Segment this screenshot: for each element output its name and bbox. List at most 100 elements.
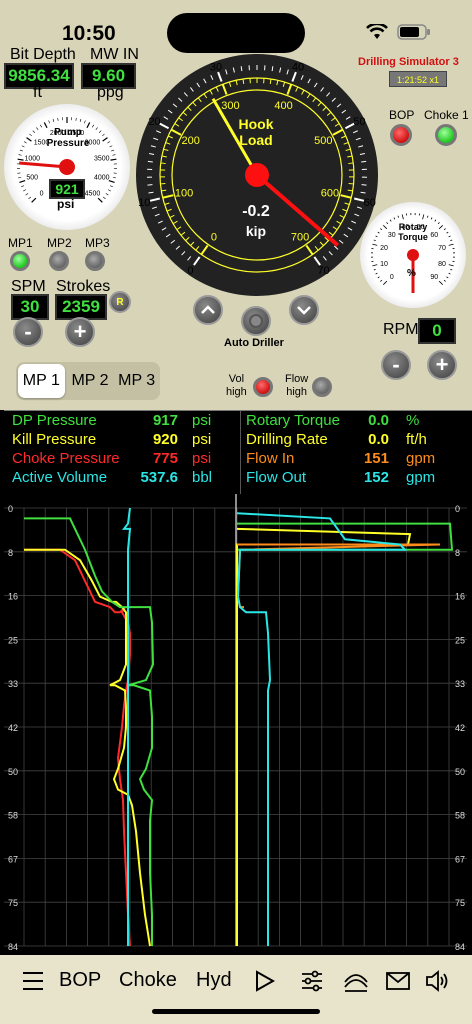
chart-y-tick-right: 16 <box>455 592 465 602</box>
hook-outer-tick <box>343 233 349 238</box>
hook-inner-label: 500 <box>314 135 332 147</box>
toolbar-choke-button[interactable]: Choke <box>119 969 177 992</box>
vol-high-lamp[interactable] <box>253 377 273 397</box>
mp1-label: MP1 <box>8 236 33 250</box>
torque-tick <box>450 268 453 271</box>
mp2-label: MP2 <box>47 236 72 250</box>
mp2-lamp[interactable] <box>49 251 69 271</box>
torque-tick <box>446 231 449 234</box>
flow-high-lamp[interactable] <box>312 377 332 397</box>
pump-tick-label: 4000 <box>94 174 110 181</box>
readout-right-name: Flow Out <box>246 469 307 486</box>
auto-driller-label: Auto Driller <box>224 337 284 349</box>
vol-high-2: high <box>226 386 247 398</box>
hook-outer-tick <box>181 251 186 256</box>
hook-outer-label: 0 <box>187 265 193 277</box>
hook-inner-tick <box>235 80 238 86</box>
hook-inner-tick <box>317 101 322 107</box>
torque-tick <box>393 217 396 220</box>
auto-driller-up-button[interactable] <box>193 295 223 325</box>
torque-tick <box>448 235 451 238</box>
torque-tick <box>380 228 383 231</box>
bop-lamp[interactable] <box>390 124 412 146</box>
strokes-reset-button[interactable]: R <box>109 291 131 313</box>
chevron-up-icon <box>201 305 215 314</box>
toolbar-hyd-button[interactable]: Hyd <box>196 969 232 992</box>
hook-outer-tick <box>225 69 228 75</box>
tab-mp1[interactable]: MP 1 <box>18 364 65 398</box>
mud-pump-tabs: MP 1 MP 2 MP 3 <box>16 362 160 400</box>
speaker-icon[interactable] <box>425 970 451 992</box>
tab-mp3[interactable]: MP 3 <box>113 362 160 400</box>
menu-icon[interactable] <box>22 971 44 991</box>
hook-inner-tick <box>339 214 345 218</box>
hook-inner-tick <box>306 93 311 99</box>
hook-outer-tick <box>291 71 297 82</box>
toolbar-bop-button[interactable]: BOP <box>59 969 101 992</box>
chart-y-tick-left: 25 <box>8 635 18 645</box>
play-icon[interactable] <box>255 970 275 992</box>
mw-in-unit: ppg <box>97 84 124 101</box>
sim-clock: 1:21:52 x1 <box>389 71 447 87</box>
readout-border-top <box>4 410 472 411</box>
torque-tick <box>397 215 400 218</box>
pump-pressure-unit: psi <box>57 197 75 211</box>
hook-inner-tick <box>228 81 232 87</box>
readout-panel: DP Pressure 917 psi Kill Pressure 920 psi Chok… <box>4 410 472 494</box>
pump-tick <box>112 154 116 156</box>
pump-tick <box>75 117 77 121</box>
pump-tick <box>29 133 32 137</box>
auto-driller-down-button[interactable] <box>289 295 319 325</box>
spm-minus-button[interactable]: - <box>13 317 43 347</box>
chart-y-tick-left: 8 <box>8 548 13 558</box>
torque-tick <box>438 225 443 230</box>
hook-outer-tick <box>172 103 178 108</box>
mp3-label: MP3 <box>85 236 110 250</box>
rpm-plus-button[interactable]: + <box>427 350 457 380</box>
hook-inner-tick <box>162 194 174 199</box>
chart-y-tick-right: 0 <box>455 504 460 514</box>
hook-inner-tick <box>347 155 353 158</box>
hook-inner-tick <box>322 106 327 111</box>
hook-inner-tick <box>185 236 190 241</box>
chart-y-tick-left: 67 <box>8 854 18 864</box>
pump-tick <box>31 197 37 203</box>
mw-in-label: MW IN <box>90 46 139 63</box>
readout-right-name: Drilling Rate <box>246 431 328 448</box>
hook-inner-tick <box>342 208 348 212</box>
pump-tick-label: 0 <box>40 190 44 197</box>
hook-inner-tick <box>343 142 349 145</box>
rpm-minus-button[interactable]: - <box>381 350 411 380</box>
hook-outer-tick <box>193 256 201 266</box>
pump-needle-hub <box>59 159 75 175</box>
hook-inner-tick <box>163 148 169 152</box>
torque-tick <box>426 215 429 218</box>
hook-inner-tick <box>334 123 340 127</box>
torque-tick <box>372 243 378 246</box>
mp1-lamp[interactable] <box>10 251 30 271</box>
mail-icon[interactable] <box>386 972 410 990</box>
readout-right-value: 152 <box>363 469 389 486</box>
choke-lamp[interactable] <box>435 124 457 146</box>
hook-inner-tick <box>203 93 208 99</box>
hook-inner-tick <box>269 78 272 85</box>
pump-tick <box>79 118 82 122</box>
hook-inner-tick <box>286 83 293 95</box>
hook-outer-tick <box>148 191 154 194</box>
hook-outer-tick <box>358 145 364 148</box>
readout-left-unit: psi <box>192 450 212 467</box>
waves-icon[interactable] <box>343 970 369 992</box>
spm-plus-button[interactable]: + <box>65 317 95 347</box>
vol-high-label: Vol high <box>226 373 247 399</box>
hook-inner-tick <box>314 246 319 251</box>
torque-tick <box>448 243 454 246</box>
mp3-lamp[interactable] <box>85 251 105 271</box>
pump-tick <box>91 124 95 128</box>
pump-tick <box>57 117 59 121</box>
tab-mp2[interactable]: MP 2 <box>67 362 114 400</box>
hook-inner-tick <box>341 135 347 139</box>
pump-tick-label: 1000 <box>24 156 40 163</box>
hook-inner-tick <box>348 162 354 165</box>
auto-driller-toggle[interactable] <box>241 306 271 336</box>
sliders-icon[interactable] <box>300 970 324 992</box>
